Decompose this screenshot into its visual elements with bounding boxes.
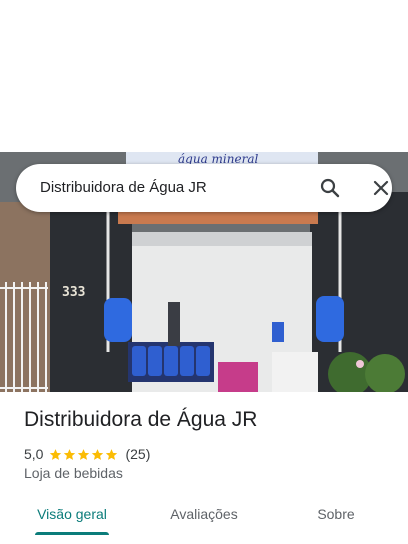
tab-reviews[interactable]: Avaliações (156, 500, 252, 544)
search-icon[interactable] (318, 176, 342, 200)
star-icon (92, 448, 104, 460)
place-tabs: Visão geral Avaliações Sobre (0, 500, 408, 544)
place-title: Distribuidora de Água JR (24, 408, 258, 431)
tab-overview[interactable]: Visão geral (24, 500, 120, 544)
close-icon[interactable] (369, 176, 393, 200)
house-number: 333 (62, 285, 85, 300)
place-info-sheet: Distribuidora de Água JR 5,0 (25) Loja d… (0, 392, 408, 544)
review-count[interactable]: (25) (125, 446, 150, 462)
star-icon (64, 448, 76, 460)
rating-row[interactable]: 5,0 (25) (24, 444, 150, 464)
map-blank-area (0, 0, 408, 152)
place-category: Loja de bebidas (24, 465, 123, 481)
star-icon (106, 448, 118, 460)
tab-about[interactable]: Sobre (288, 500, 384, 544)
search-query[interactable]: Distribuidora de Água JR (40, 164, 207, 212)
star-icon (50, 448, 62, 460)
search-bar[interactable]: Distribuidora de Água JR (16, 164, 392, 212)
rating-stars (49, 448, 119, 461)
active-tab-indicator (35, 532, 109, 535)
rating-value: 5,0 (24, 446, 44, 462)
star-icon (78, 448, 90, 460)
